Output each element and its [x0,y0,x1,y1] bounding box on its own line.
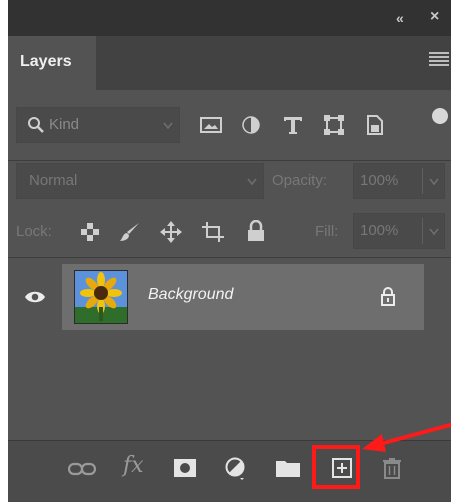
lock-icon [381,287,395,306]
divider [422,168,423,194]
blend-mode-value: Normal [29,172,78,189]
lock-row: Lock: Fill: 100% [8,207,451,255]
layer-row-background[interactable]: Background [62,264,424,330]
chevron-down-icon [247,178,257,186]
smart-object-filter-icon[interactable] [365,114,385,136]
delete-layer-icon[interactable] [382,457,402,479]
panel-tab-row: Layers [8,36,451,90]
shape-filter-icon[interactable] [323,114,345,136]
divider [422,218,423,244]
chevron-down-icon [163,122,173,130]
fill-value: 100% [360,222,399,239]
eye-icon[interactable] [24,290,46,304]
blend-mode-dropdown[interactable]: Normal [16,163,264,199]
lock-label: Lock: [16,223,52,240]
lock-image-pixels-icon[interactable] [119,221,141,243]
opacity-value: 100% [360,172,399,189]
tab-layers[interactable]: Layers [8,36,96,90]
fill-field[interactable]: 100% [353,213,445,249]
layer-name[interactable]: Background [148,286,233,304]
lock-all-icon[interactable] [247,220,265,242]
artboard-lock-icon[interactable] [201,221,225,243]
opacity-field[interactable]: 100% [353,163,445,199]
kind-filter-dropdown[interactable]: Kind [16,107,180,143]
sunflower-thumbnail-image [75,271,127,323]
blend-row: Normal Opacity: 100% [8,161,451,207]
link-icon[interactable] [68,461,96,477]
adjustment-filter-icon[interactable] [241,115,261,135]
new-layer-highlight-box [312,445,360,489]
new-group-icon[interactable] [276,459,300,477]
filter-row: Kind [8,90,451,160]
fill-label: Fill: [315,223,339,240]
chevron-down-icon [429,178,439,186]
type-filter-icon[interactable] [282,115,304,135]
layer-mask-icon[interactable] [174,459,196,477]
annotation-arrow [362,422,451,452]
chevron-down-icon [429,228,439,236]
collapse-panel-button[interactable]: « [396,10,404,26]
opacity-label: Opacity: [272,172,328,189]
panel-titlebar: « × [8,0,451,36]
kind-label: Kind [49,116,80,133]
lock-position-icon[interactable] [160,221,182,243]
layer-thumbnail [74,270,128,324]
search-icon [28,117,44,133]
lock-transparent-pixels-icon[interactable] [80,222,100,242]
fx-icon[interactable]: fx [123,453,144,478]
image-filter-icon[interactable] [199,115,223,135]
hamburger-menu-icon[interactable] [429,52,449,72]
filter-toggle-switch[interactable] [432,108,448,124]
adjustment-layer-icon[interactable] [225,457,247,481]
close-panel-button[interactable]: × [430,8,439,26]
